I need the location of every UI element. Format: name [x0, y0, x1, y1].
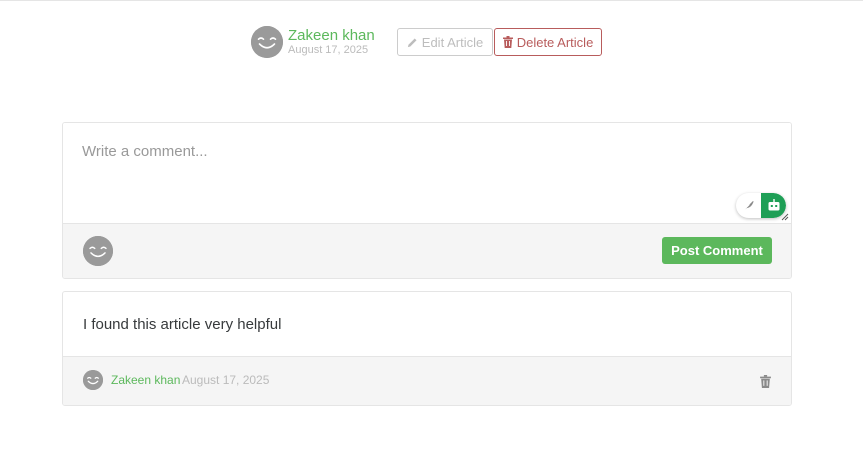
comment-input[interactable]	[63, 123, 791, 223]
robot-icon	[768, 199, 779, 211]
article-meta-info: Zakeen khan August 17, 2025	[288, 27, 375, 57]
article-meta: Zakeen khan August 17, 2025	[251, 26, 375, 58]
article-author-link[interactable]: Zakeen khan	[288, 27, 375, 44]
smiley-avatar-icon	[251, 26, 283, 58]
edit-article-button[interactable]: Edit Article	[397, 28, 493, 56]
delete-comment-button[interactable]	[758, 374, 772, 388]
delete-article-label: Delete Article	[516, 34, 594, 50]
trash-icon	[502, 36, 513, 48]
author-avatar[interactable]	[251, 26, 283, 58]
current-user-avatar	[83, 236, 113, 266]
comment-footer: Zakeen khan August 17, 2025	[63, 356, 791, 405]
delete-article-button[interactable]: Delete Article	[494, 28, 602, 56]
comment-date: August 17, 2025	[182, 373, 270, 387]
feather-icon	[743, 201, 754, 211]
smiley-avatar-icon	[83, 236, 113, 266]
comment-author-avatar[interactable]	[83, 370, 103, 390]
resize-handle-icon[interactable]	[781, 213, 789, 221]
article-date: August 17, 2025	[288, 44, 369, 56]
smiley-avatar-icon	[83, 370, 103, 390]
comment-form: Post Comment	[62, 122, 792, 279]
edit-article-label: Edit Article	[421, 34, 484, 50]
comment-text: I found this article very helpful	[83, 316, 282, 333]
top-divider	[0, 0, 863, 1]
comment-card: I found this article very helpful Zakeen…	[62, 291, 792, 406]
comment-form-footer: Post Comment	[63, 223, 791, 278]
feather-tool-button[interactable]	[736, 193, 761, 218]
comment-author-link[interactable]: Zakeen khan	[111, 373, 180, 387]
trash-icon	[759, 374, 771, 388]
post-comment-button[interactable]: Post Comment	[662, 237, 772, 264]
pencil-icon	[407, 37, 418, 48]
writing-assistant-widget	[736, 193, 786, 218]
